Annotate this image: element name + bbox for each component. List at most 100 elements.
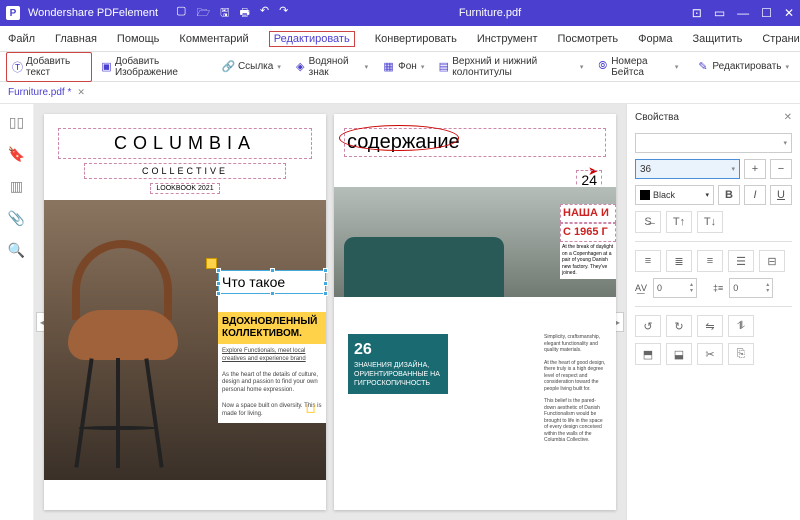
titlebar: P Wondershare PDFelement ▢ 🗁 🖫 🖶 ↶ ↷ Fur… <box>0 0 800 26</box>
bookmark-icon[interactable]: 🔖 <box>9 146 25 162</box>
editing-text[interactable]: Что такое <box>222 274 285 290</box>
editing-text-box[interactable]: Что такое <box>218 270 326 294</box>
strikethrough-button[interactable]: S̶ <box>635 211 661 233</box>
background-label: Фон <box>398 61 417 72</box>
cut-button[interactable]: ✂ <box>697 343 723 365</box>
open-icon[interactable]: 🗁 <box>196 4 210 23</box>
menu-comment[interactable]: Комментарий <box>179 33 248 45</box>
bring-front-button[interactable]: ⬒ <box>635 343 661 365</box>
page2-toc[interactable]: содержание <box>344 128 606 157</box>
tab-label: Furniture.pdf * <box>8 87 71 98</box>
nasha-line2[interactable]: С 1965 Г <box>560 223 616 242</box>
align-distribute-button[interactable]: ⊟ <box>759 250 785 272</box>
canvas[interactable]: ◀ ▶ COLUMBIA COLLECTIVE LOOKBOOK 2021 Чт… <box>34 104 626 520</box>
page-1[interactable]: COLUMBIA COLLECTIVE LOOKBOOK 2021 Что та… <box>44 114 326 510</box>
window-max-icon[interactable]: ☐ <box>761 6 772 20</box>
page1-image[interactable]: Что такое ВДОХНОВЛЕННЫЙ КОЛЛЕКТИВОМ. Exp… <box>44 200 326 480</box>
menu-tool[interactable]: Инструмент <box>477 33 538 45</box>
search-icon[interactable]: 🔍 <box>9 242 25 258</box>
rotate-right-button[interactable]: ↻ <box>666 315 692 337</box>
menu-view[interactable]: Посмотреть <box>558 33 619 45</box>
color-picker[interactable]: Black▾ <box>635 185 714 205</box>
char-spacing-input[interactable]: 0▴▾ <box>653 278 697 298</box>
page1-title[interactable]: COLUMBIA <box>58 128 312 159</box>
menu-form[interactable]: Форма <box>638 33 672 45</box>
attachment-icon[interactable]: 📎 <box>9 210 25 226</box>
page1-para2[interactable]: As the heart of the details of culture, … <box>218 368 326 399</box>
redo-icon[interactable]: ↷ <box>279 4 288 23</box>
page2-nasha: НАША И С 1965 Г At the break of daylight… <box>560 204 616 279</box>
page1-subtitle[interactable]: COLLECTIVE <box>84 163 286 179</box>
menu-page[interactable]: Страница <box>762 33 800 45</box>
add-text-button[interactable]: ⓉДобавить текст <box>6 52 92 82</box>
window-compact-icon[interactable]: ▭ <box>714 6 725 20</box>
menu-protect[interactable]: Защитить <box>692 33 742 45</box>
page1-para1[interactable]: Explore Functionals, meet local creative… <box>218 344 326 368</box>
page1-lookbook[interactable]: LOOKBOOK 2021 <box>150 183 220 194</box>
add-text-label: Добавить текст <box>26 56 86 78</box>
add-image-label: Добавить Изображение <box>115 56 208 78</box>
page2-teal-box[interactable]: 26 ЗНАЧЕНИЯ ДИЗАЙНА, ОРИЕНТИРОВАННЫЕ НА … <box>348 334 448 394</box>
window-min-icon[interactable]: ― <box>737 6 749 20</box>
tab-furniture[interactable]: Furniture.pdf * ✕ <box>8 87 85 98</box>
italic-button[interactable]: I <box>744 185 766 205</box>
menu-help[interactable]: Помощь <box>117 33 160 45</box>
window-close-icon[interactable]: ✕ <box>784 6 794 20</box>
superscript-button[interactable]: T↑ <box>666 211 692 233</box>
font-size-value: 36 <box>640 164 651 175</box>
link-button[interactable]: 🔗Ссылка▾ <box>217 57 286 76</box>
close-panel-icon[interactable]: ✕ <box>784 112 792 123</box>
flip-h-button[interactable]: ⇋ <box>697 315 723 337</box>
increase-size-button[interactable]: + <box>744 159 766 179</box>
align-left-button[interactable]: ≡ <box>635 250 661 272</box>
send-back-button[interactable]: ⬓ <box>666 343 692 365</box>
font-family-select[interactable]: ▾ <box>635 133 792 153</box>
menu-edit[interactable]: Редактировать <box>269 31 355 47</box>
nasha-line1[interactable]: НАША И <box>560 204 616 223</box>
undo-icon[interactable]: ↶ <box>260 4 269 23</box>
thumbnails-icon[interactable]: ▯▯ <box>9 114 25 130</box>
watermark-icon: ◈ <box>295 60 306 73</box>
menu-convert[interactable]: Конвертировать <box>375 33 457 45</box>
align-right-button[interactable]: ≡ <box>697 250 723 272</box>
layers-icon[interactable]: ▥ <box>9 178 25 194</box>
tab-close-icon[interactable]: ✕ <box>77 87 85 98</box>
header-footer-button[interactable]: ▤Верхний и нижний колонтитулы▾ <box>433 53 588 81</box>
background-icon: ▦ <box>382 60 395 73</box>
align-center-button[interactable]: ≣ <box>666 250 692 272</box>
main: ▯▯ 🔖 ▥ 📎 🔍 ◀ ▶ COLUMBIA COLLECTIVE LOOKB… <box>0 104 800 520</box>
watermark-button[interactable]: ◈Водяной знак▾ <box>290 53 373 81</box>
header-footer-label: Верхний и нижний колонтитулы <box>452 56 576 78</box>
menu-home[interactable]: Главная <box>55 33 97 45</box>
chevron-down-icon: ▾ <box>580 63 584 71</box>
page1-highlight[interactable]: ВДОХНОВЛЕННЫЙ КОЛЛЕКТИВОМ. <box>218 312 326 344</box>
flip-v-button[interactable]: ⥮ <box>728 315 754 337</box>
edit-mode-button[interactable]: ✎Редактировать▾ <box>691 57 794 76</box>
print-icon[interactable]: 🖶 <box>239 4 249 23</box>
folder-icon[interactable]: ▢ <box>176 4 186 23</box>
properties-panel: Свойства✕ ▾ 36▾ + − Black▾ B I U S̶ T↑ T… <box>626 104 800 520</box>
align-justify-button[interactable]: ☰ <box>728 250 754 272</box>
add-image-button[interactable]: ▣Добавить Изображение <box>96 53 213 81</box>
line-height-input[interactable]: 0▴▾ <box>729 278 773 298</box>
decrease-size-button[interactable]: − <box>770 159 792 179</box>
rcol-p1: Simplicity, craftsmanship, elegant funct… <box>544 334 606 354</box>
subscript-button[interactable]: T↓ <box>697 211 723 233</box>
char-spacing-icon: A͟V <box>635 283 647 293</box>
nasha-para[interactable]: At the break of daylight on a Copenhagen… <box>560 242 616 279</box>
rotate-left-button[interactable]: ↺ <box>635 315 661 337</box>
font-size-input[interactable]: 36▾ <box>635 159 740 179</box>
background-button[interactable]: ▦Фон▾ <box>377 57 429 76</box>
page-2[interactable]: содержание ➤ 24 НАША И С 1965 Г At the b… <box>334 114 616 510</box>
bold-button[interactable]: B <box>718 185 740 205</box>
menu-file[interactable]: Файл <box>8 33 35 45</box>
document-tabs: Furniture.pdf * ✕ <box>0 82 800 104</box>
page2-right-col[interactable]: Simplicity, craftsmanship, elegant funct… <box>544 334 606 444</box>
underline-button[interactable]: U <box>770 185 792 205</box>
teal-text: ЗНАЧЕНИЯ ДИЗАЙНА, ОРИЕНТИРОВАННЫЕ НА ГИГ… <box>354 361 442 388</box>
window-settings-icon[interactable]: ⊡ <box>692 6 702 20</box>
bates-button[interactable]: ⦾Номера Бейтса▾ <box>592 53 683 81</box>
side-tools: ▯▯ 🔖 ▥ 📎 🔍 <box>0 104 34 520</box>
copy-button[interactable]: ⎘ <box>728 343 754 365</box>
save-icon[interactable]: 🖫 <box>220 4 229 23</box>
